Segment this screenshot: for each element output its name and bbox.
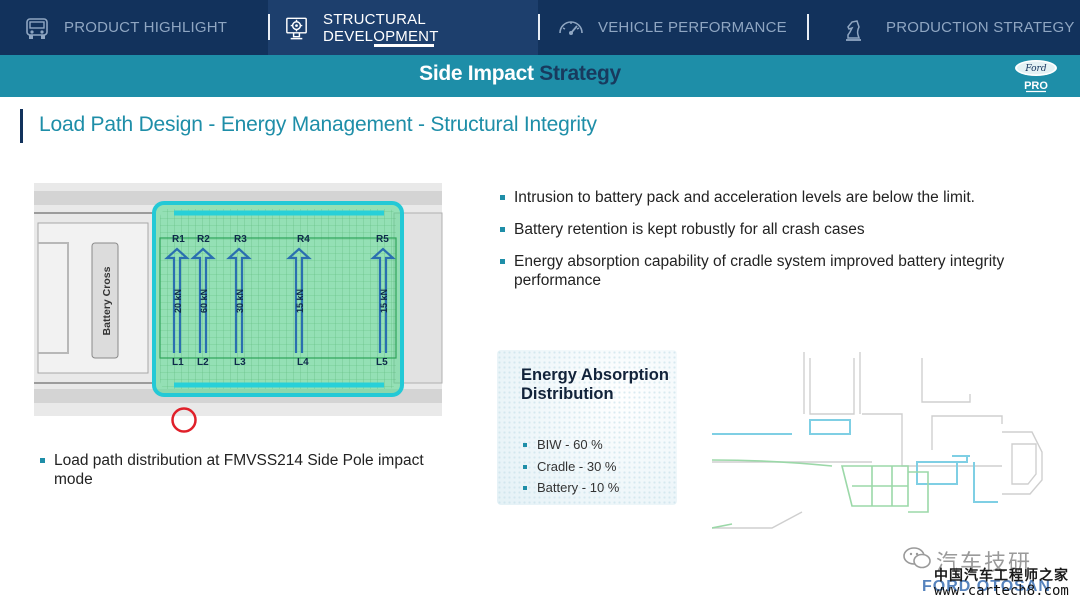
load-label-r4: R4 xyxy=(297,234,310,245)
load-label-r1: R1 xyxy=(172,234,185,245)
title-band: Side Impact Strategy Ford PRO xyxy=(0,55,1080,97)
force-label-4: 15 kN xyxy=(295,289,305,313)
list-item: Battery retention is kept robustly for a… xyxy=(498,220,1058,239)
nav-divider xyxy=(538,14,540,40)
battery-cross-label: Battery Cross xyxy=(101,266,113,335)
list-item: Energy absorption capability of cradle s… xyxy=(498,252,1058,290)
list-item: BIW - 60 % xyxy=(521,434,619,456)
energy-absorption-card: Energy Absorption Distribution BIW - 60 … xyxy=(497,350,677,505)
load-label-r5: R5 xyxy=(376,234,389,245)
load-label-l3: L3 xyxy=(234,357,246,368)
wechat-icon xyxy=(903,547,931,569)
top-navigation: PRODUCT HIGHLIGHT STRUCTURAL DEVELOPMENT… xyxy=(0,0,1080,55)
figure-caption: Load path distribution at FMVSS214 Side … xyxy=(38,451,438,489)
force-label-2: 60 kN xyxy=(199,289,209,313)
energy-distribution-list: BIW - 60 % Cradle - 30 % Battery - 10 % xyxy=(521,434,619,499)
chess-knight-icon xyxy=(846,19,861,41)
list-item: Cradle - 30 % xyxy=(521,456,619,478)
section-heading: Load Path Design - Energy Management - S… xyxy=(39,113,597,136)
watermark-url: www.cartech8.com xyxy=(934,583,1069,599)
list-item: Battery - 10 % xyxy=(521,477,619,499)
findings-list: Intrusion to battery pack and accelerati… xyxy=(498,188,1058,303)
tab-product-highlight[interactable]: PRODUCT HIGHLIGHT xyxy=(0,0,268,55)
logo-pro-text: PRO xyxy=(1024,80,1048,92)
tab-structural-development[interactable]: STRUCTURAL DEVELOPMENT xyxy=(268,0,538,55)
nav-divider xyxy=(268,14,270,40)
load-label-l2: L2 xyxy=(197,357,209,368)
force-label-5: 15 kN xyxy=(379,289,389,313)
page-title: Side Impact Strategy xyxy=(0,62,1040,86)
heading-accent-bar xyxy=(20,109,23,143)
nav-divider xyxy=(807,14,809,40)
load-label-r2: R2 xyxy=(197,234,210,245)
load-label-r3: R3 xyxy=(234,234,247,245)
force-label-1: 20 kN xyxy=(173,289,183,313)
list-item: Intrusion to battery pack and accelerati… xyxy=(498,188,1058,207)
force-label-3: 30 kN xyxy=(235,289,245,313)
logo-ford-text: Ford xyxy=(1024,64,1046,74)
page-title-light: Side Impact xyxy=(419,62,534,85)
watermark: 汽车技研 FORD OTOSAN 中国汽车工程师之家 www.cartech8.… xyxy=(900,543,1075,603)
load-path-figure: Battery Cross R1 R2 R3 R4 R5 L1 L2 L3 L4… xyxy=(34,183,443,433)
truck-icon xyxy=(26,17,48,39)
ford-pro-logo: Ford PRO xyxy=(1015,60,1057,93)
page-title-dark: Strategy xyxy=(539,62,621,85)
tab-production-strategy[interactable]: PRODUCTION STRATEGY xyxy=(808,0,1080,55)
load-label-l4: L4 xyxy=(297,357,309,368)
load-label-l1: L1 xyxy=(172,357,184,368)
load-label-l5: L5 xyxy=(376,357,388,368)
watermark-subtitle: 中国汽车工程师之家 xyxy=(934,567,1069,583)
list-item: Load path distribution at FMVSS214 Side … xyxy=(38,451,438,489)
card-title: Energy Absorption Distribution xyxy=(521,366,669,403)
tab-label: PRODUCT HIGHLIGHT xyxy=(64,19,228,36)
speedometer-icon xyxy=(559,20,583,35)
structure-outline-diagram xyxy=(712,352,1043,529)
tab-label: VEHICLE PERFORMANCE xyxy=(598,19,787,36)
gear-monitor-icon xyxy=(286,17,307,39)
tab-label: PRODUCTION STRATEGY xyxy=(886,19,1075,36)
tab-label: STRUCTURAL DEVELOPMENT xyxy=(323,10,439,45)
tab-vehicle-performance[interactable]: VEHICLE PERFORMANCE xyxy=(538,0,808,55)
